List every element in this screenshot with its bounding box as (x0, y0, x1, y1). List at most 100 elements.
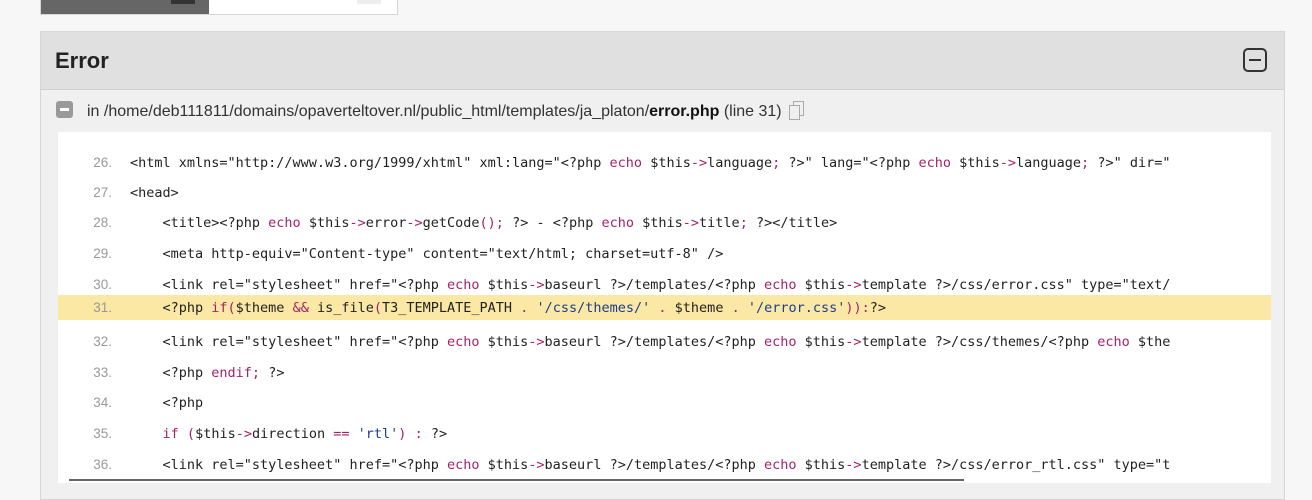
code-token: : (414, 426, 423, 442)
code-token: '/error.css' (747, 300, 846, 316)
code-token: $this (796, 457, 846, 473)
code-viewer: 26. <html xmlns="http://www.w3.org/1999/x… (58, 132, 1271, 483)
code-token: <link rel="stylesheet" href="<?php (130, 277, 447, 293)
code-line: 28. <title><?php echo $this->error->getC… (58, 210, 1271, 235)
minus-toggle-icon[interactable] (56, 101, 73, 118)
code-line: 33. <?php endif; ?> (58, 360, 1271, 385)
code-line: 29. <meta http-equiv="Content-type" cont… (58, 241, 1271, 266)
code-token: ?>" dir=" (1089, 155, 1171, 171)
code-token: -> (999, 155, 1017, 171)
code-line: 34. <?php (58, 390, 1271, 415)
code-token: -> (406, 215, 423, 231)
code-text: <?php if($theme && is_file(T3_TEMPLATE_P… (130, 300, 887, 316)
code-token: baseurl ?>/templates/<?php (544, 277, 764, 293)
code-token: $this (300, 215, 350, 231)
code-token: ?> (422, 426, 448, 442)
code-token: $this (796, 334, 846, 350)
code-text: <link rel="stylesheet" href="<?php echo … (130, 334, 1171, 350)
code-token: T3_TEMPLATE_PATH (382, 300, 521, 316)
code-token: -> (349, 215, 366, 231)
code-line: 26. <html xmlns="http://www.w3.org/1999/x… (58, 150, 1271, 175)
top-toolbar-fragment (40, 0, 398, 15)
code-token: (); (479, 215, 504, 231)
code-token: echo (601, 215, 634, 231)
code-token: echo (1097, 334, 1130, 350)
error-panel-header: Error (41, 32, 1284, 90)
collapse-icon[interactable] (1243, 48, 1267, 72)
code-token: ?> (869, 300, 887, 316)
code-token: direction (251, 426, 334, 442)
code-token: && (292, 300, 309, 316)
code-token: echo (609, 155, 643, 171)
code-token: language (707, 155, 773, 171)
line-number: 27. (93, 185, 112, 200)
code-token: ( (373, 300, 383, 316)
code-token: $this (479, 277, 529, 293)
line-number: 36. (93, 457, 112, 472)
code-token: baseurl ?>/templates/<?php (544, 457, 764, 473)
code-token: $theme (666, 300, 732, 316)
code-token: ; (1081, 155, 1090, 171)
line-number: 26. (93, 155, 112, 170)
code-token: <html xmlns="http://www.w3.org/1999/xhtm… (130, 155, 610, 171)
code-line: 27. <head> (58, 180, 1271, 205)
code-token: $this (642, 155, 691, 171)
line-number: 28. (93, 215, 112, 230)
code-text: <title><?php echo $this->error->getCode(… (130, 215, 838, 231)
code-token: if (162, 426, 179, 442)
line-number: 35. (93, 426, 112, 441)
code-token: <?php (130, 395, 204, 411)
horizontal-scrollbar[interactable] (69, 479, 964, 481)
copy-icon[interactable] (788, 101, 804, 120)
code-token: -> (528, 457, 545, 473)
code-token: echo (446, 277, 480, 293)
code-token: error (365, 215, 407, 231)
code-token: ?> - <?php (503, 215, 602, 231)
line-number: 30. (93, 277, 112, 292)
code-token: baseurl ?>/templates/<?php (544, 334, 764, 350)
code-token: $this (796, 277, 846, 293)
code-text: <html xmlns="http://www.w3.org/1999/xhtm… (130, 155, 1170, 171)
code-token: template ?>/css/error.css" type="text/ (861, 277, 1171, 293)
code-token: -> (845, 277, 862, 293)
code-token: template ?>/css/themes/<?php (861, 334, 1098, 350)
code-token: echo (268, 215, 301, 231)
code-text: <?php endif; ?> (130, 365, 285, 381)
code-token: getCode (422, 215, 480, 231)
top-tab-block (171, 0, 195, 4)
file-location-row: in /home/deb111811/domains/opaverteltove… (41, 90, 1284, 132)
top-tab-active[interactable] (41, 0, 209, 14)
code-text: <meta http-equiv="Content-type" content=… (130, 246, 724, 262)
file-name: error.php (649, 103, 720, 120)
file-path: in /home/deb111811/domains/opaverteltove… (87, 101, 804, 121)
code-text: <link rel="stylesheet" href="<?php echo … (130, 457, 1171, 473)
code-token: ; (739, 215, 748, 231)
code-token: -> (235, 426, 252, 442)
code-token: -> (682, 215, 700, 231)
code-token: echo (446, 334, 480, 350)
code-line: 31. <?php if($theme && is_file(T3_TEMPLA… (58, 295, 1271, 320)
code-token: <title><?php (130, 215, 269, 231)
code-token: $this (634, 215, 683, 231)
top-tab-block-light (357, 0, 381, 4)
code-text: <head> (130, 185, 179, 201)
line-number: 29. (93, 246, 112, 261)
code-token: endif; (211, 365, 261, 381)
code-token: ?>" lang="<?php (780, 155, 919, 171)
code-token: echo (764, 334, 797, 350)
code-line: 32. <link rel="stylesheet" href="<?php e… (58, 329, 1271, 354)
code-token: $this (950, 155, 1000, 171)
line-number: 34. (93, 395, 112, 410)
code-token: <link rel="stylesheet" href="<?php (130, 334, 447, 350)
line-number: 32. (93, 334, 112, 349)
panel-title: Error (55, 48, 109, 73)
code-token: -> (690, 155, 708, 171)
code-token: 'rtl' (357, 426, 399, 442)
code-line: 36. <link rel="stylesheet" href="<?php e… (58, 452, 1271, 477)
code-text: <link rel="stylesheet" href="<?php echo … (130, 277, 1171, 293)
code-token: -> (845, 334, 862, 350)
code-line: 35. if ($this->direction == 'rtl') : ?> (58, 421, 1271, 446)
